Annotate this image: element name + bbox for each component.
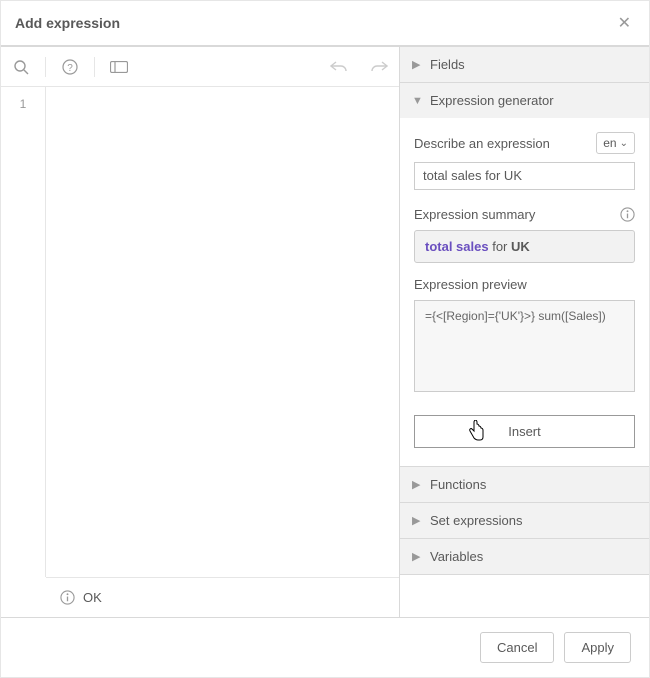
add-expression-dialog: Add expression ✕ ? — [0, 0, 650, 678]
panel-icon[interactable] — [99, 47, 139, 87]
describe-row: Describe an expression en ⌄ — [414, 132, 635, 154]
summary-mid: for — [489, 239, 511, 254]
expression-editor: 1 — [1, 87, 399, 577]
apply-button[interactable]: Apply — [564, 632, 631, 663]
preview-label: Expression preview — [414, 277, 635, 292]
summary-label: Expression summary — [414, 207, 620, 222]
section-fields: ▶ Fields — [400, 47, 649, 83]
describe-label: Describe an expression — [414, 136, 550, 151]
line-number: 1 — [1, 97, 45, 111]
editor-toolbar: ? — [1, 47, 399, 87]
describe-input[interactable] — [414, 162, 635, 190]
status-text: OK — [83, 590, 102, 605]
separator — [94, 57, 95, 77]
section-expr-gen-header[interactable]: ▼ Expression generator — [400, 83, 649, 118]
search-icon[interactable] — [1, 47, 41, 87]
preview-box[interactable] — [414, 300, 635, 392]
chevron-right-icon: ▶ — [412, 58, 422, 71]
chevron-right-icon: ▶ — [412, 514, 422, 527]
close-icon[interactable]: ✕ — [614, 9, 635, 37]
section-functions-header[interactable]: ▶ Functions — [400, 467, 649, 502]
info-icon[interactable] — [620, 207, 635, 222]
section-label: Variables — [430, 549, 483, 564]
section-set-expressions: ▶ Set expressions — [400, 503, 649, 539]
dialog-footer: Cancel Apply — [1, 618, 649, 677]
dialog-body: ? 1 — [1, 47, 649, 618]
section-label: Fields — [430, 57, 465, 72]
section-label: Functions — [430, 477, 486, 492]
insert-button[interactable]: Insert — [414, 415, 635, 448]
section-functions: ▶ Functions — [400, 467, 649, 503]
section-expression-generator: ▼ Expression generator Describe an expre… — [400, 83, 649, 467]
separator — [45, 57, 46, 77]
summary-dim: UK — [511, 239, 530, 254]
chevron-right-icon: ▶ — [412, 478, 422, 491]
undo-icon[interactable] — [319, 47, 359, 87]
section-set-expr-header[interactable]: ▶ Set expressions — [400, 503, 649, 538]
section-label: Set expressions — [430, 513, 523, 528]
cancel-button[interactable]: Cancel — [480, 632, 554, 663]
line-gutter: 1 — [1, 87, 46, 577]
section-fields-header[interactable]: ▶ Fields — [400, 47, 649, 82]
toolbar-left: ? — [1, 47, 139, 87]
help-icon[interactable]: ? — [50, 47, 90, 87]
summary-row: Expression summary — [414, 207, 635, 222]
redo-icon[interactable] — [359, 47, 399, 87]
right-panel: ▶ Fields ▼ Expression generator Describe… — [400, 47, 649, 617]
code-area[interactable] — [46, 87, 399, 577]
cursor-hand-icon — [468, 420, 486, 442]
section-variables: ▶ Variables — [400, 539, 649, 575]
insert-label: Insert — [508, 424, 541, 439]
info-icon — [60, 590, 75, 605]
toolbar-right — [319, 47, 399, 87]
section-variables-header[interactable]: ▶ Variables — [400, 539, 649, 574]
section-label: Expression generator — [430, 93, 554, 108]
svg-text:?: ? — [67, 63, 73, 74]
left-pane: ? 1 — [1, 47, 400, 617]
language-select[interactable]: en ⌄ — [596, 132, 635, 154]
status-bar: OK — [46, 577, 399, 617]
chevron-down-icon: ▼ — [412, 95, 422, 107]
dialog-title: Add expression — [15, 15, 120, 31]
chevron-down-icon: ⌄ — [620, 138, 628, 149]
language-value: en — [603, 136, 616, 150]
title-bar: Add expression ✕ — [1, 1, 649, 47]
summary-box: total sales for UK — [414, 230, 635, 263]
expr-gen-body: Describe an expression en ⌄ Expression s… — [400, 118, 649, 466]
chevron-right-icon: ▶ — [412, 550, 422, 563]
summary-measure: total sales — [425, 239, 489, 254]
